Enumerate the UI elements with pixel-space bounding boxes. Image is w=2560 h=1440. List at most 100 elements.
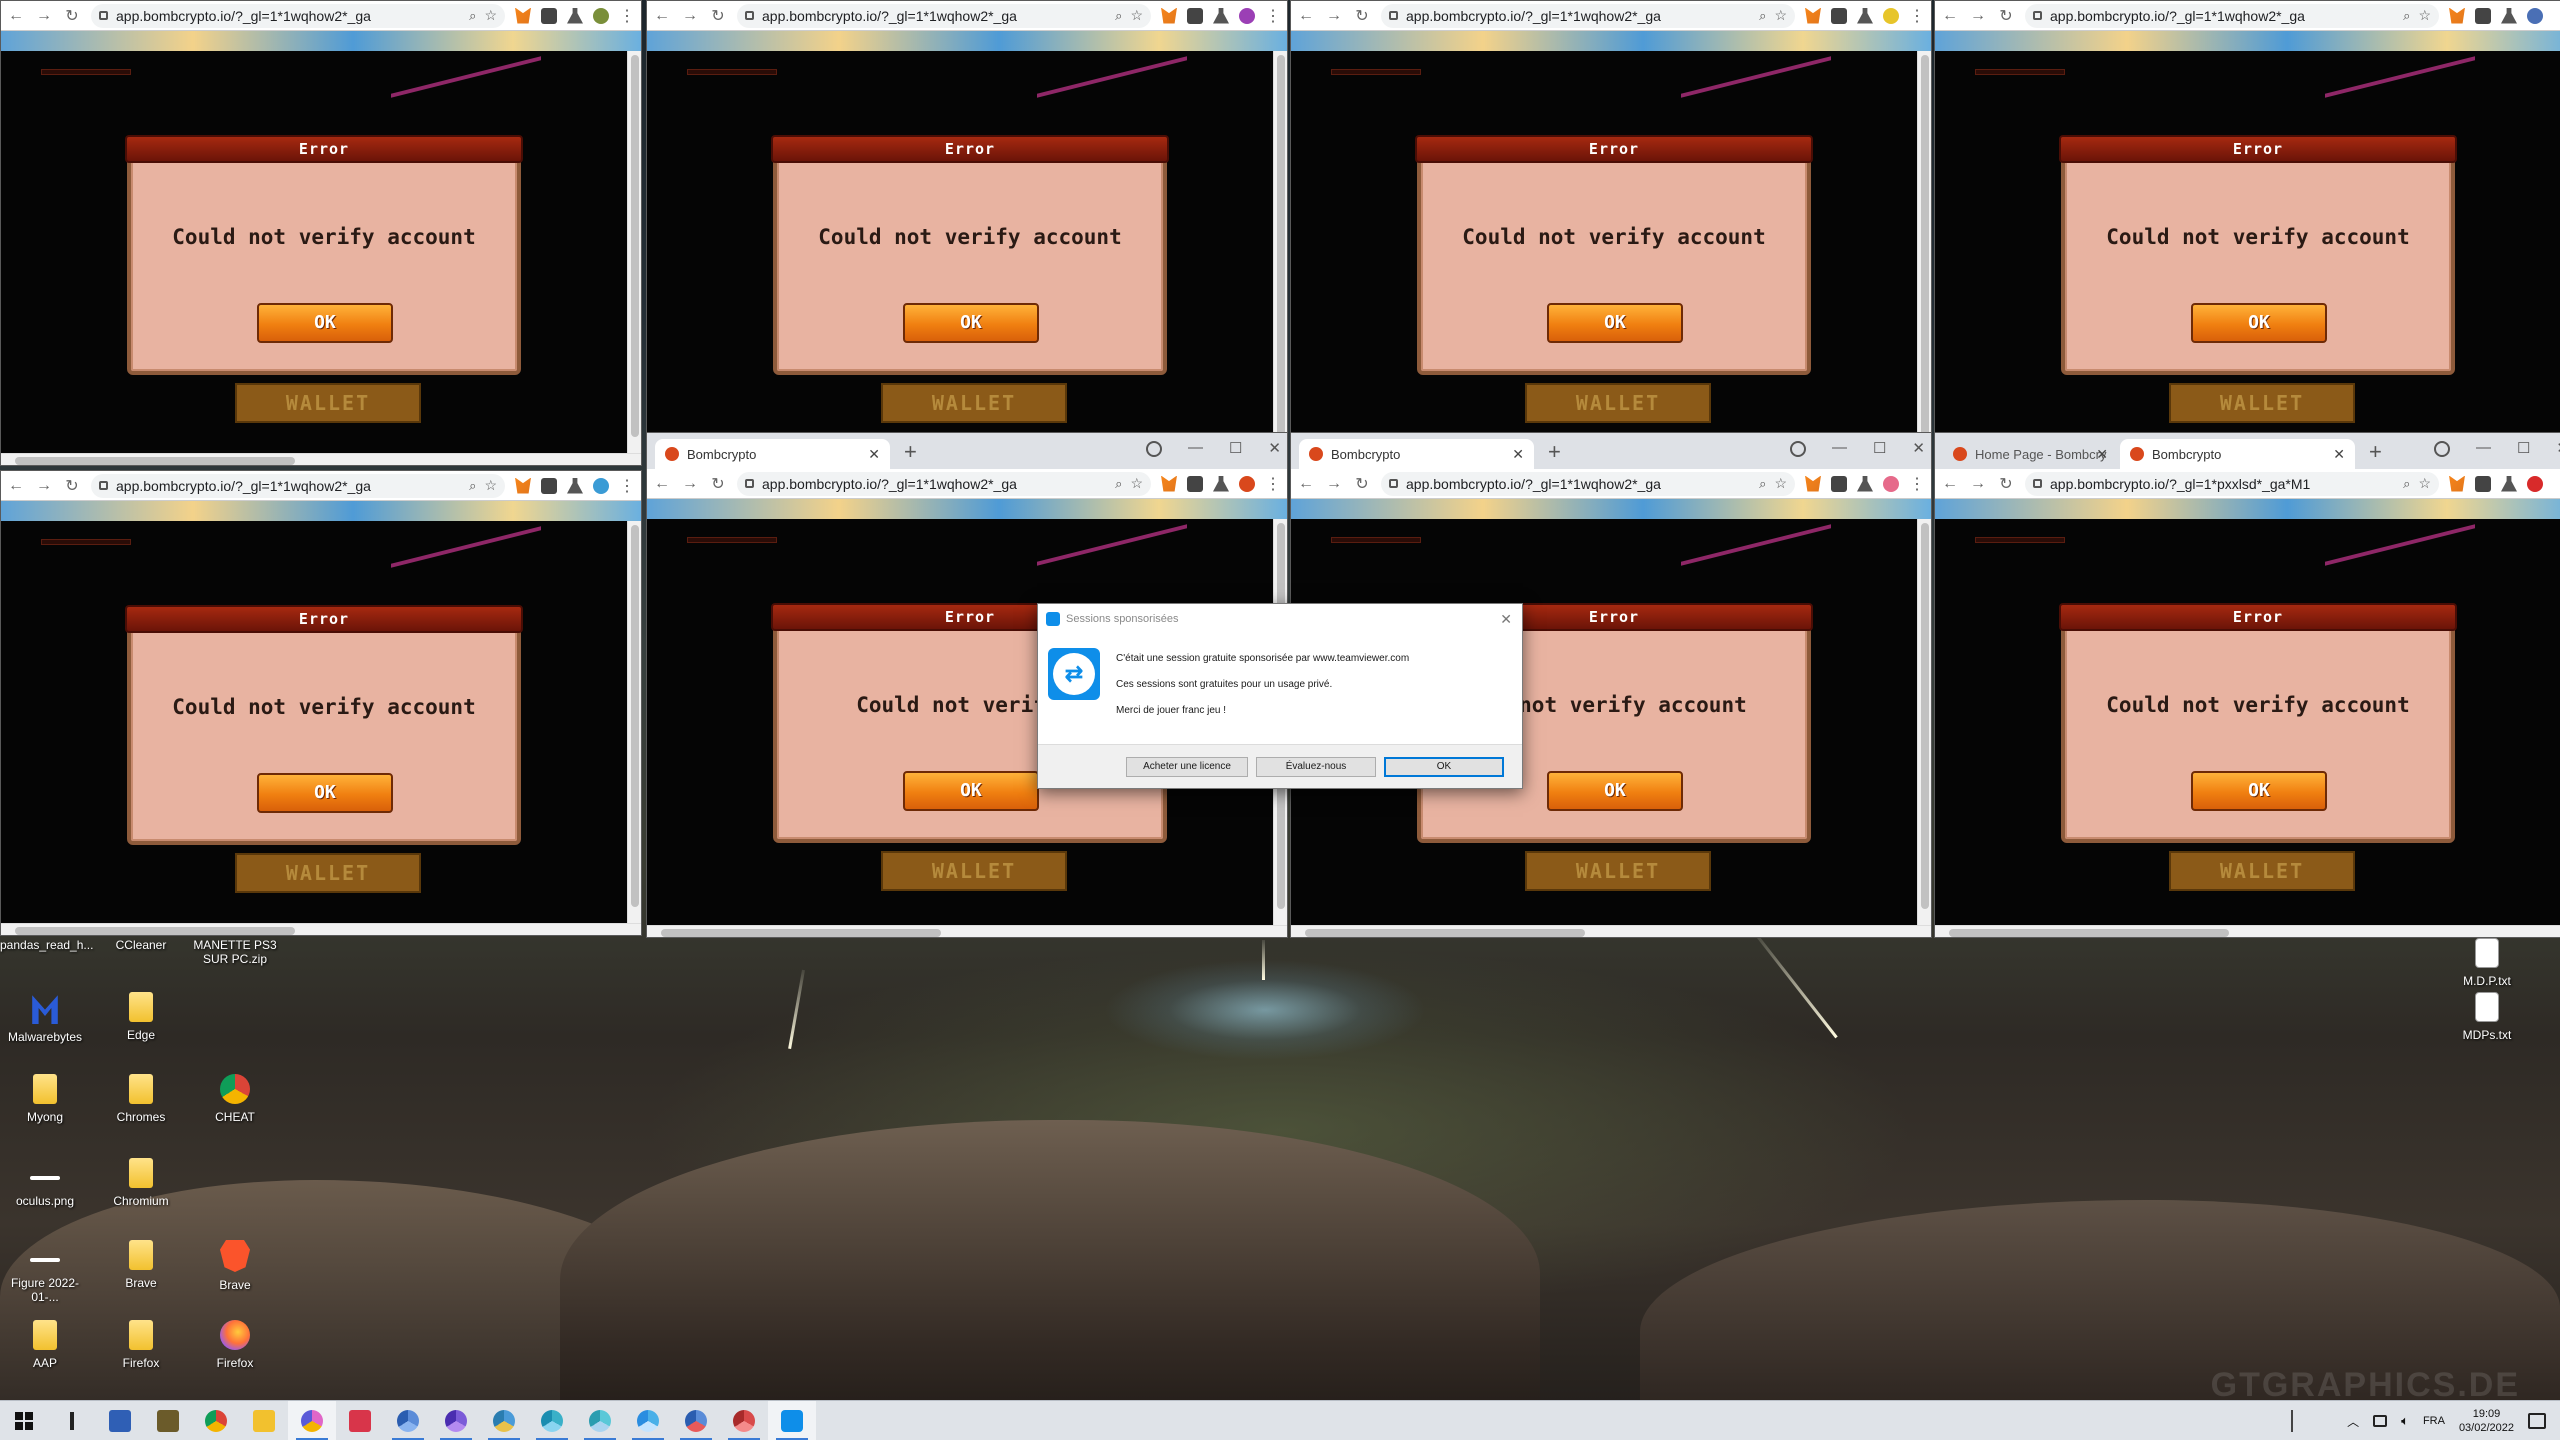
- browser-window[interactable]: ← → ↻ app.bombcrypto.io/?_gl=1*1wqhow2*_…: [1934, 0, 2560, 466]
- extension-flask-icon[interactable]: [1857, 7, 1873, 24]
- desktop-icon[interactable]: Malwarebytes: [0, 992, 90, 1044]
- profile-avatar-icon[interactable]: [1883, 475, 1899, 492]
- game-canvas[interactable]: Error Could not verify account OK WALLET: [1935, 51, 2560, 453]
- taskbar-app[interactable]: [432, 1401, 480, 1440]
- scrollbar-thumb[interactable]: [1277, 55, 1285, 437]
- reload-button[interactable]: ↻: [709, 6, 727, 26]
- address-bar[interactable]: app.bombcrypto.io/?_gl=1*pxxlsd*_ga*M1 ⌕…: [2025, 471, 2439, 496]
- new-tab-button[interactable]: +: [2369, 439, 2382, 465]
- forward-button[interactable]: →: [681, 475, 699, 493]
- game-canvas[interactable]: Error Could not verify account OK WALLET: [1, 51, 627, 453]
- scrollbar-thumb[interactable]: [15, 927, 295, 935]
- scrollbar-thumb[interactable]: [1949, 929, 2229, 937]
- back-button[interactable]: ←: [7, 477, 25, 495]
- back-button[interactable]: ←: [1941, 7, 1959, 25]
- extensions-icon[interactable]: [2475, 475, 2491, 492]
- desktop-icon[interactable]: Chromium: [96, 1158, 186, 1208]
- horizontal-scrollbar[interactable]: [1291, 925, 1931, 937]
- close-tab-icon[interactable]: ✕: [2096, 446, 2108, 463]
- desktop-icon[interactable]: MANETTE PS3 SUR PC.zip: [190, 938, 280, 966]
- chrome-menu-icon[interactable]: ⋮: [1909, 474, 1925, 494]
- ok-button[interactable]: OK: [257, 303, 393, 343]
- scrollbar-thumb[interactable]: [15, 457, 295, 465]
- desktop-icon[interactable]: pandas_read_h...: [0, 938, 93, 952]
- address-bar[interactable]: app.bombcrypto.io/?_gl=1*1wqhow2*_ga ⌕ ☆: [737, 3, 1151, 28]
- forward-button[interactable]: →: [1969, 475, 1987, 493]
- back-button[interactable]: ←: [7, 7, 25, 25]
- reload-button[interactable]: ↻: [63, 6, 81, 26]
- profile-avatar-icon[interactable]: [593, 477, 609, 494]
- browser-tab[interactable]: Bombcrypto ✕: [655, 439, 890, 469]
- bookmark-star-icon[interactable]: ☆: [1774, 7, 1787, 24]
- profile-menu-icon[interactable]: [1789, 441, 1806, 457]
- minimize-button[interactable]: —: [1188, 439, 1203, 457]
- desktop-icon[interactable]: AAP: [0, 1320, 90, 1370]
- browser-tab[interactable]: Bombcrypto ✕: [2120, 439, 2355, 469]
- desktop-icon[interactable]: oculus.png: [0, 1158, 90, 1208]
- address-bar[interactable]: app.bombcrypto.io/?_gl=1*1wqhow2*_ga ⌕ ☆: [91, 3, 505, 28]
- zoom-icon[interactable]: ⌕: [1115, 476, 1122, 492]
- chrome-menu-icon[interactable]: ⋮: [2553, 474, 2560, 494]
- taskbar-app[interactable]: [624, 1401, 672, 1440]
- taskbar-app[interactable]: [336, 1401, 384, 1440]
- wallet-button[interactable]: WALLET: [1525, 851, 1711, 891]
- browser-window[interactable]: Home Page - Bombcry ✕ Bombcrypto ✕ + — ☐ …: [1934, 432, 2560, 938]
- reload-button[interactable]: ↻: [1353, 6, 1371, 26]
- desktop-icon[interactable]: Firefox: [96, 1320, 186, 1370]
- reload-button[interactable]: ↻: [63, 476, 81, 496]
- profile-avatar-icon[interactable]: [2527, 7, 2543, 24]
- horizontal-scrollbar[interactable]: [1, 923, 641, 935]
- zoom-icon[interactable]: ⌕: [469, 8, 476, 24]
- minimize-button[interactable]: —: [2476, 439, 2491, 457]
- reload-button[interactable]: ↻: [1997, 6, 2015, 26]
- metamask-icon[interactable]: [515, 477, 531, 494]
- close-tab-icon[interactable]: ✕: [2333, 446, 2345, 463]
- horizontal-scrollbar[interactable]: [1935, 925, 2560, 937]
- back-button[interactable]: ←: [653, 7, 671, 25]
- metamask-icon[interactable]: [1805, 475, 1821, 492]
- bookmark-star-icon[interactable]: ☆: [1774, 475, 1787, 492]
- bookmark-star-icon[interactable]: ☆: [484, 477, 497, 494]
- maximize-button[interactable]: ☐: [1229, 439, 1242, 457]
- game-canvas[interactable]: Error Could not verify account OK WALLET: [1935, 519, 2560, 925]
- chrome-menu-icon[interactable]: ⋮: [1265, 474, 1281, 494]
- desktop-icon[interactable]: Edge: [96, 992, 186, 1042]
- back-button[interactable]: ←: [1297, 475, 1315, 493]
- extension-flask-icon[interactable]: [2501, 475, 2517, 492]
- address-bar[interactable]: app.bombcrypto.io/?_gl=1*1wqhow2*_ga ⌕ ☆: [91, 473, 505, 498]
- metamask-icon[interactable]: [1161, 475, 1177, 492]
- volume-icon[interactable]: 🔈︎: [2401, 1413, 2409, 1429]
- zoom-icon[interactable]: ⌕: [2403, 8, 2410, 24]
- forward-button[interactable]: →: [35, 477, 53, 495]
- vertical-scrollbar[interactable]: [627, 521, 641, 923]
- taskbar-app[interactable]: [672, 1401, 720, 1440]
- forward-button[interactable]: →: [681, 7, 699, 25]
- browser-window[interactable]: ← → ↻ app.bombcrypto.io/?_gl=1*1wqhow2*_…: [0, 470, 642, 936]
- bookmark-star-icon[interactable]: ☆: [1130, 475, 1143, 492]
- extensions-icon[interactable]: [541, 477, 557, 494]
- wallet-button[interactable]: WALLET: [1525, 383, 1711, 423]
- chrome-menu-icon[interactable]: ⋮: [1265, 6, 1281, 26]
- desktop-icon[interactable]: Myong: [0, 1074, 90, 1124]
- metamask-icon[interactable]: [1161, 7, 1177, 24]
- forward-button[interactable]: →: [1325, 475, 1343, 493]
- scrollbar-thumb[interactable]: [631, 55, 639, 437]
- new-tab-button[interactable]: +: [1548, 439, 1561, 465]
- metamask-icon[interactable]: [2449, 7, 2465, 24]
- horizontal-scrollbar[interactable]: [1, 453, 641, 465]
- taskbar-app[interactable]: [144, 1401, 192, 1440]
- extension-flask-icon[interactable]: [2501, 7, 2517, 24]
- extensions-icon[interactable]: [1187, 7, 1203, 24]
- bookmark-star-icon[interactable]: ☆: [2418, 7, 2431, 24]
- profile-avatar-icon[interactable]: [2527, 475, 2543, 492]
- wallet-button[interactable]: WALLET: [235, 383, 421, 423]
- address-bar[interactable]: app.bombcrypto.io/?_gl=1*1wqhow2*_ga ⌕ ☆: [1381, 471, 1795, 496]
- start-button[interactable]: [0, 1401, 48, 1440]
- wallet-button[interactable]: WALLET: [2169, 383, 2355, 423]
- browser-tab[interactable]: Home Page - Bombcry ✕: [1943, 439, 2118, 469]
- close-tab-icon[interactable]: ✕: [1512, 446, 1524, 463]
- wallet-button[interactable]: WALLET: [235, 853, 421, 893]
- maximize-button[interactable]: ☐: [2517, 439, 2530, 457]
- browser-window[interactable]: ← → ↻ app.bombcrypto.io/?_gl=1*1wqhow2*_…: [1290, 0, 1932, 466]
- taskbar-app[interactable]: [480, 1401, 528, 1440]
